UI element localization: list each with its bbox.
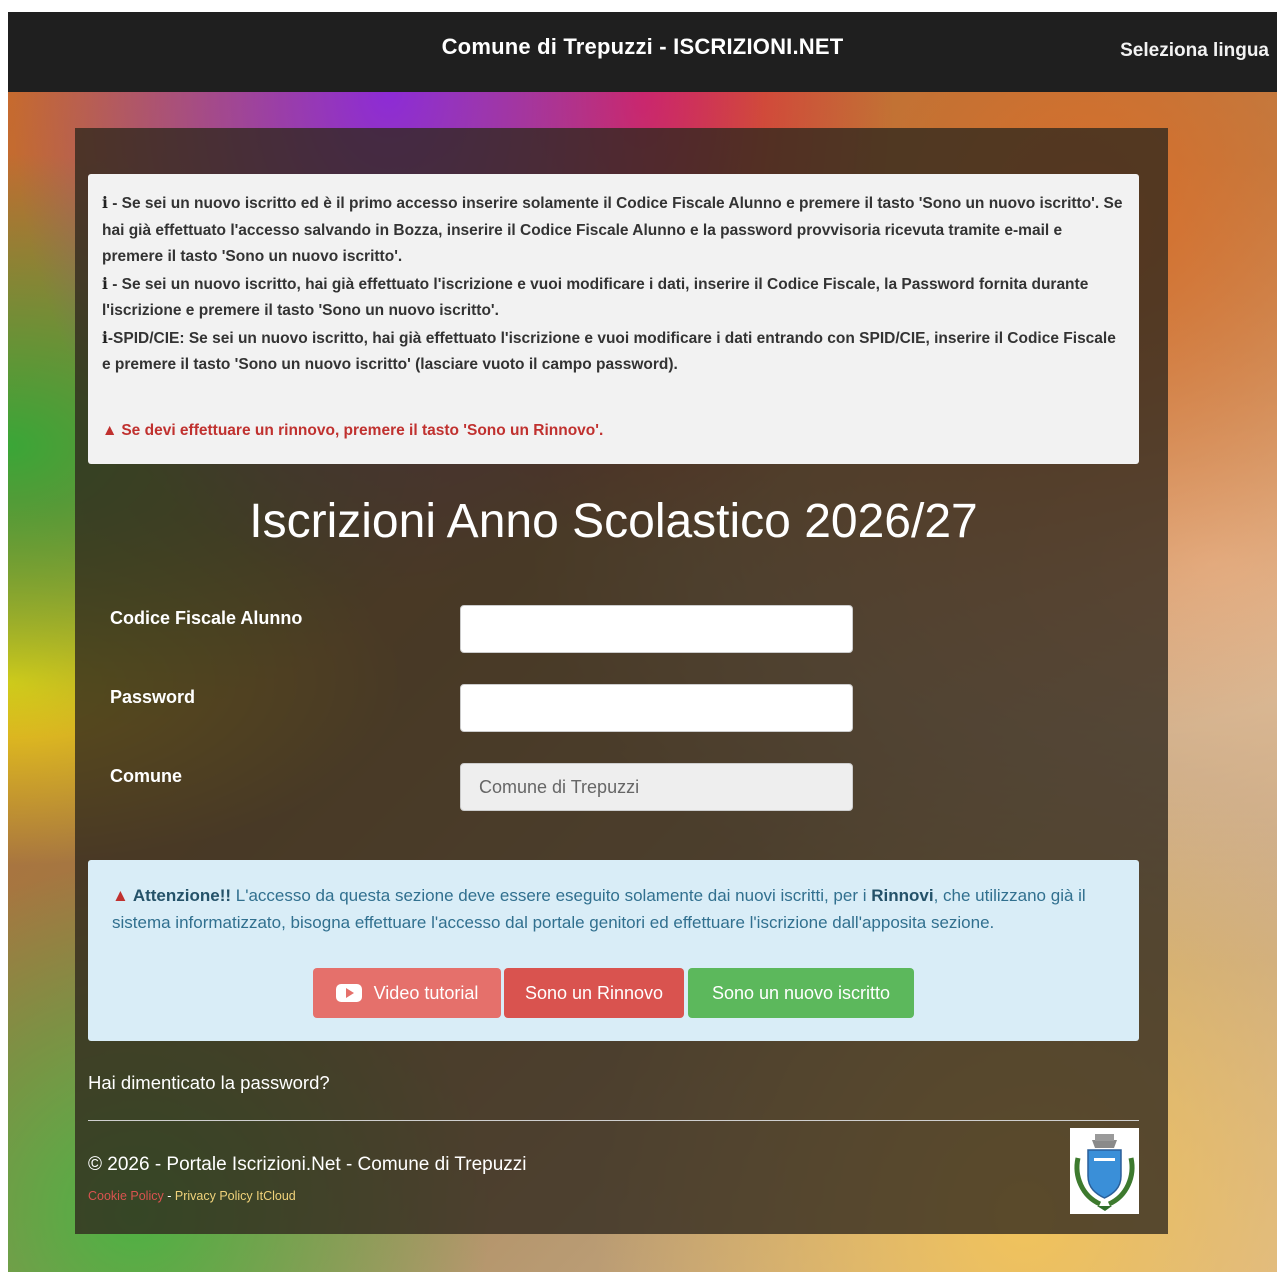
codice-fiscale-input[interactable] [460,605,853,653]
comune-crest-icon [1070,1128,1139,1214]
info-text-1: - Se sei un nuovo iscritto ed è il primo… [102,195,1123,265]
alert-text-1: L'accesso da questa sezione deve essere … [231,886,872,905]
info-line-3: i-SPID/CIE: Se sei un nuovo iscritto, ha… [102,325,1125,379]
codice-fiscale-label: Codice Fiscale Alunno [110,608,303,628]
sono-un-rinnovo-button[interactable]: Sono un Rinnovo [504,968,684,1018]
sono-un-nuovo-iscritto-button[interactable]: Sono un nuovo iscritto [688,968,914,1018]
info-line-2: i - Se sei un nuovo iscritto, hai già ef… [102,271,1125,325]
password-label: Password [110,687,196,707]
footer-links: Cookie Policy - Privacy Policy ItCloud [88,1189,296,1203]
warning-icon: ▲ [112,886,129,905]
password-input[interactable] [460,684,853,732]
privacy-policy-link[interactable]: Privacy Policy ItCloud [175,1189,296,1203]
comune-field [460,763,853,811]
info-text-3: -SPID/CIE: Se sei un nuovo iscritto, hai… [102,329,1116,374]
info-line-1: i - Se sei un nuovo iscritto ed è il pri… [102,190,1125,271]
site-title: Comune di Trepuzzi - ISCRIZIONI.NET [441,34,844,59]
info-text-2: - Se sei un nuovo iscritto, hai già effe… [102,275,1089,320]
renewal-warning: ▲ Se devi effettuare un rinnovo, premere … [102,418,603,445]
divider [88,1120,1139,1121]
cookie-policy-link[interactable]: Cookie Policy [88,1189,164,1203]
renewal-warning-text: Se devi effettuare un rinnovo, premere i… [121,422,604,439]
video-tutorial-button[interactable]: Video tutorial [313,968,501,1018]
alert-strong: Attenzione!! [132,886,232,905]
video-tutorial-label: Video tutorial [373,982,479,1003]
footer-separator: - [167,1189,172,1203]
comune-label: Comune [110,766,182,786]
forgot-password-link[interactable]: Hai dimenticato la password? [88,1072,330,1094]
page-title: Iscrizioni Anno Scolastico 2026/27 [249,495,978,548]
info-box: i - Se sei un nuovo iscritto ed è il pri… [88,174,1139,464]
youtube-icon [335,983,362,1002]
language-selector[interactable]: Seleziona lingua [1120,40,1269,62]
top-bar: Comune di Trepuzzi - ISCRIZIONI.NET Sele… [8,12,1277,92]
warning-icon: ▲ [102,422,118,439]
copyright: © 2026 - Portale Iscrizioni.Net - Comune… [88,1154,527,1175]
alert-rinnovi: Rinnovi [871,886,934,905]
